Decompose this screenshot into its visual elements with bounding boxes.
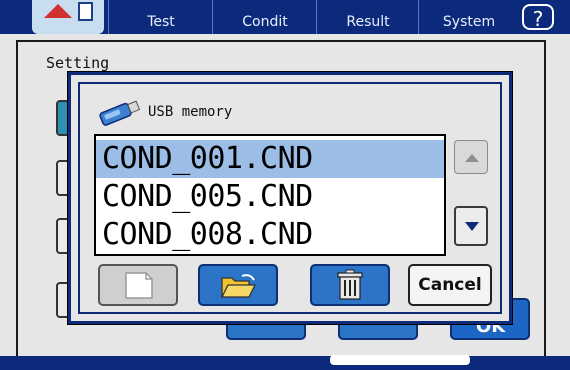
arrow-up-icon bbox=[465, 154, 479, 162]
tab-result[interactable]: Result bbox=[316, 0, 419, 34]
tab-home[interactable] bbox=[32, 0, 104, 34]
bottom-bar bbox=[0, 356, 570, 370]
scroll-down-button[interactable] bbox=[454, 206, 488, 246]
home-icon bbox=[44, 4, 72, 18]
file-list: COND_001.CND COND_005.CND COND_008.CND bbox=[94, 134, 446, 256]
trash-icon bbox=[337, 269, 363, 300]
usb-drive-icon bbox=[99, 100, 141, 126]
help-button[interactable]: ? bbox=[522, 4, 554, 31]
tab-system[interactable]: System bbox=[418, 0, 519, 34]
delete-file-button[interactable] bbox=[310, 264, 390, 306]
file-item-cond-005[interactable]: COND_005.CND bbox=[96, 178, 444, 216]
tab-condit[interactable]: Condit bbox=[212, 0, 317, 34]
cancel-button[interactable]: Cancel bbox=[408, 264, 492, 306]
dialog-title: USB memory bbox=[148, 104, 233, 120]
new-file-button[interactable] bbox=[98, 264, 178, 306]
document-icon bbox=[78, 2, 93, 21]
bottom-indicator bbox=[330, 355, 470, 365]
open-folder-icon bbox=[220, 274, 257, 298]
arrow-down-icon bbox=[465, 222, 479, 231]
scroll-up-button[interactable] bbox=[454, 140, 488, 174]
new-document-icon bbox=[125, 272, 153, 299]
tab-test[interactable]: Test bbox=[108, 0, 213, 34]
open-file-button[interactable] bbox=[198, 264, 278, 306]
file-item-cond-001[interactable]: COND_001.CND bbox=[96, 140, 444, 178]
panel-title: Setting bbox=[46, 54, 110, 72]
file-item-cond-008[interactable]: COND_008.CND bbox=[96, 216, 444, 254]
